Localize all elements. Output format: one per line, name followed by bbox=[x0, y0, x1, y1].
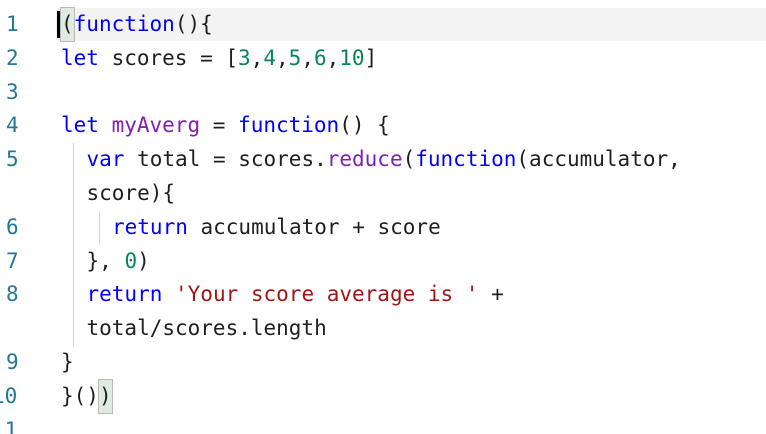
code-text: score){ bbox=[87, 177, 176, 210]
code-token: ) bbox=[97, 378, 113, 414]
indent-guide bbox=[73, 278, 74, 313]
code-token: , bbox=[326, 45, 340, 70]
code-token: () { bbox=[339, 113, 390, 138]
code-token: 10 bbox=[339, 45, 365, 70]
code-text: return 'Your score average is ' + bbox=[87, 278, 504, 311]
code-token: 'Your score average is ' bbox=[175, 282, 479, 307]
code-line: 8 return 'Your score average is ' + bbox=[0, 278, 766, 313]
code-text: }, 0) bbox=[87, 245, 150, 278]
line-number: 11 bbox=[0, 417, 18, 434]
code-token: total/scores.length bbox=[86, 316, 327, 341]
code-token: }() bbox=[61, 383, 99, 408]
code-token: accumulator + score bbox=[187, 214, 441, 239]
line-number: 5 bbox=[6, 147, 19, 172]
line-number: 3 bbox=[6, 79, 19, 104]
code-text: let scores = [3,4,5,6,10] bbox=[61, 42, 377, 75]
code-line: 6 return accumulator + score bbox=[0, 210, 766, 245]
line-number: 1 bbox=[6, 12, 19, 36]
line-number: 10 bbox=[0, 383, 18, 408]
code-line: 7}, 0) bbox=[0, 244, 766, 279]
line-number: 6 bbox=[6, 214, 19, 239]
code-token: function bbox=[238, 113, 340, 138]
code-line: score){ bbox=[0, 177, 766, 211]
code-token: var bbox=[86, 147, 125, 172]
line-number: 9 bbox=[6, 350, 19, 374]
indent-guide bbox=[73, 244, 74, 279]
line-number: 7 bbox=[6, 248, 19, 273]
code-token: ( bbox=[60, 7, 75, 42]
code-token: }, bbox=[86, 248, 125, 273]
line-number: 8 bbox=[6, 282, 19, 307]
code-line: 2 let scores = [3,4,5,6,10] bbox=[0, 42, 766, 75]
code-line: 9} bbox=[0, 346, 766, 379]
code-token: function bbox=[73, 12, 175, 36]
code-token: } bbox=[61, 350, 74, 374]
code-line: 1 (function(){ bbox=[0, 7, 766, 42]
code-line: 10 }()) bbox=[0, 378, 766, 414]
indent-guide bbox=[73, 210, 74, 245]
code-token: reduce bbox=[326, 147, 403, 172]
code-token: = bbox=[200, 113, 239, 138]
code-token: ] bbox=[364, 45, 378, 70]
code-line: total/scores.length bbox=[0, 312, 766, 346]
indent-guide bbox=[73, 312, 74, 346]
code-token: , bbox=[301, 45, 314, 70]
code-token: + bbox=[478, 282, 504, 307]
code-token: 3 bbox=[238, 45, 251, 70]
code-editor[interactable]: 1 (function(){2 let scores = [3,4,5,6,10] 3… bbox=[0, 0, 766, 434]
code-token: scores = [ bbox=[98, 45, 239, 70]
code-line: 3 bbox=[0, 76, 766, 109]
code-line: 11 bbox=[0, 414, 766, 434]
code-token: function bbox=[415, 147, 517, 172]
code-token: myAverg bbox=[111, 113, 201, 138]
line-number: 2 bbox=[6, 45, 19, 70]
code-token: 4 bbox=[263, 45, 276, 70]
code-token: return bbox=[86, 282, 163, 307]
code-token: total = scores. bbox=[124, 147, 327, 172]
code-line: 4 let myAverg = function() { bbox=[0, 109, 766, 142]
indent-guide bbox=[73, 177, 74, 211]
line-number: 4 bbox=[6, 113, 19, 138]
code-token: , bbox=[275, 45, 289, 70]
code-token: let bbox=[61, 113, 99, 138]
code-token: ) bbox=[137, 248, 150, 273]
code-text: total/scores.length bbox=[87, 312, 327, 345]
code-token: , bbox=[250, 45, 264, 70]
code-token: 0 bbox=[124, 248, 138, 273]
code-token: let bbox=[61, 45, 99, 70]
code-token: (){ bbox=[174, 12, 213, 36]
code-text: var total = scores.reduce(function(accum… bbox=[87, 143, 681, 176]
indent-guide bbox=[98, 210, 100, 245]
code-text: let myAverg = function() { bbox=[61, 109, 390, 142]
code-token: score){ bbox=[86, 181, 176, 205]
code-text: } bbox=[61, 346, 74, 379]
code-text: return accumulator + score bbox=[112, 211, 441, 244]
code-text: (function(){ bbox=[60, 7, 213, 42]
code-token: ( bbox=[402, 147, 416, 172]
code-line: 5 var total = scores.reduce(function(accu… bbox=[0, 143, 766, 177]
code-token: 5 bbox=[288, 45, 302, 70]
code-text: }()) bbox=[61, 378, 113, 414]
indent-guide bbox=[73, 143, 74, 177]
code-token: return bbox=[112, 214, 188, 239]
code-token: (accumulator, bbox=[516, 147, 681, 172]
code-token: 6 bbox=[313, 45, 327, 70]
